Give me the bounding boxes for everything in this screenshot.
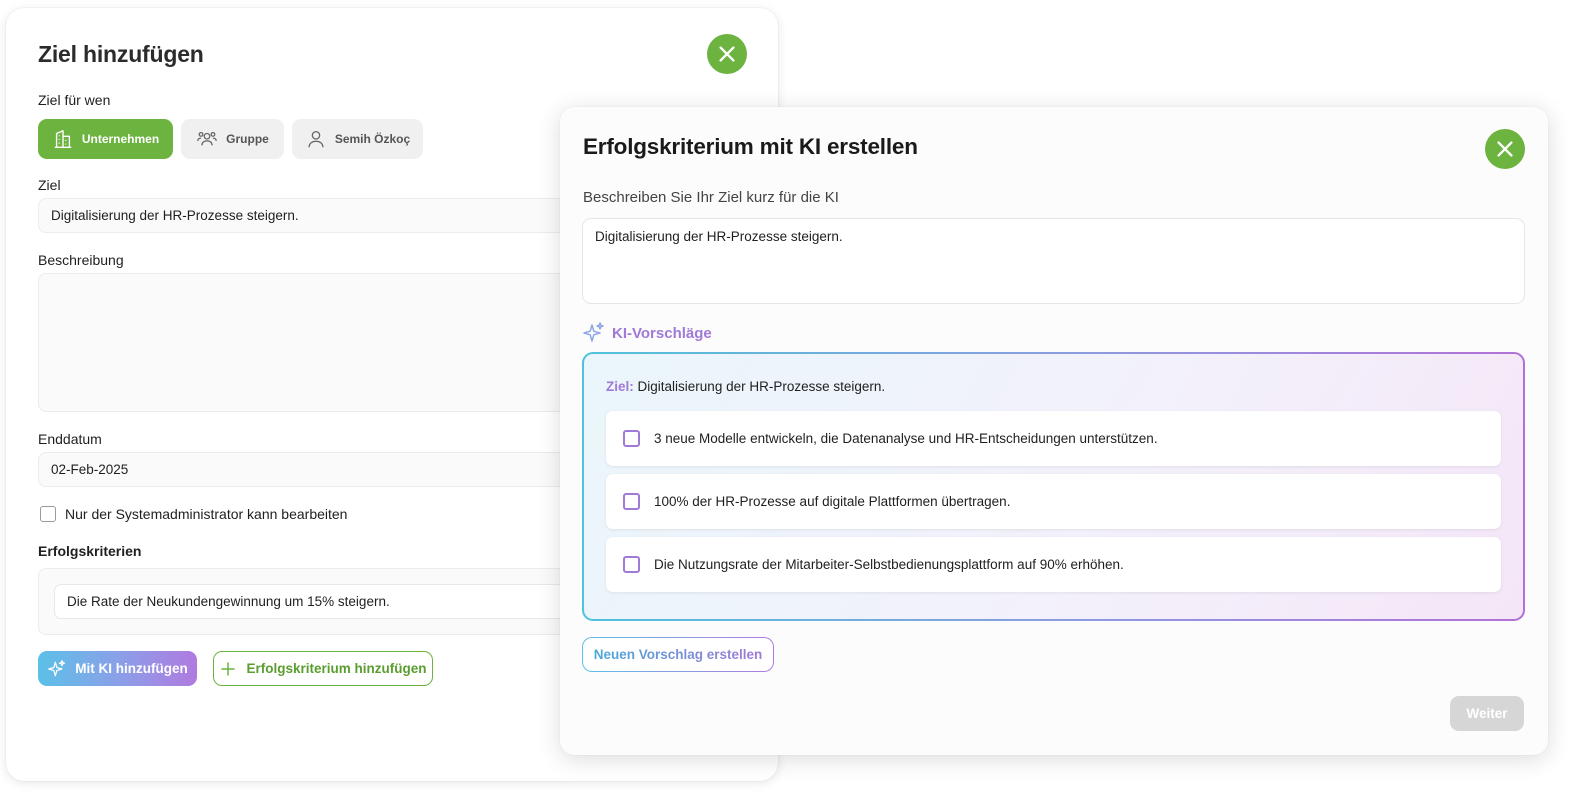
admin-only-checkbox[interactable] bbox=[40, 506, 56, 522]
admin-only-option[interactable]: Nur der Systemadministrator kann bearbei… bbox=[40, 506, 347, 522]
suggestion-item[interactable]: 100% der HR-Prozesse auf digitale Plattf… bbox=[606, 474, 1501, 529]
group-icon bbox=[197, 131, 217, 146]
suggestion-item[interactable]: Die Nutzungsrate der Mitarbeiter-Selbstb… bbox=[606, 537, 1501, 592]
target-user-label: Semih Özkoç bbox=[334, 132, 411, 146]
user-icon bbox=[308, 131, 324, 148]
target-label: Ziel für wen bbox=[38, 92, 111, 108]
end-date-label: Enddatum bbox=[38, 431, 102, 447]
sparkle-icon bbox=[48, 659, 66, 676]
target-group-label: Gruppe bbox=[226, 132, 269, 146]
ai-prompt-textarea[interactable]: Digitalisierung der HR-Prozesse steigern… bbox=[582, 218, 1525, 304]
admin-only-label: Nur der Systemadministrator kann bearbei… bbox=[65, 506, 348, 522]
suggestion-checkbox[interactable] bbox=[623, 556, 640, 573]
ai-goal-line: Ziel: Digitalisierung der HR-Prozesse st… bbox=[606, 379, 885, 394]
target-company-button[interactable]: Unternehmen bbox=[38, 119, 173, 159]
ai-suggestions-header: KI-Vorschläge bbox=[582, 321, 712, 345]
description-label: Beschreibung bbox=[38, 252, 124, 268]
new-suggestion-button[interactable]: Neuen Vorschlag erstellen bbox=[582, 637, 774, 672]
suggestion-text: 3 neue Modelle entwickeln, die Datenanal… bbox=[654, 431, 1158, 446]
add-criterion-label: Erfolgskriterium hinzufügen bbox=[246, 661, 427, 676]
ai-suggestions-panel: Ziel: Digitalisierung der HR-Prozesse st… bbox=[582, 352, 1525, 621]
ai-suggestions-title: KI-Vorschläge bbox=[612, 324, 712, 342]
ai-prompt-label: Beschreiben Sie Ihr Ziel kurz für die KI bbox=[583, 189, 839, 206]
close-icon bbox=[719, 46, 735, 62]
close-icon bbox=[1497, 141, 1513, 157]
target-company-label: Unternehmen bbox=[81, 132, 160, 146]
plus-icon bbox=[221, 661, 236, 676]
ai-goal-prefix: Ziel: bbox=[606, 379, 634, 394]
criteria-label: Erfolgskriterien bbox=[38, 543, 142, 559]
suggestion-text: 100% der HR-Prozesse auf digitale Plattf… bbox=[654, 494, 1011, 509]
add-goal-close-button[interactable] bbox=[707, 34, 747, 74]
suggestion-checkbox[interactable] bbox=[623, 430, 640, 447]
goal-label: Ziel bbox=[38, 177, 61, 193]
building-icon bbox=[54, 130, 72, 148]
target-user-button[interactable]: Semih Özkoç bbox=[292, 119, 423, 159]
target-group-button[interactable]: Gruppe bbox=[181, 119, 284, 159]
suggestion-item[interactable]: 3 neue Modelle entwickeln, die Datenanal… bbox=[606, 411, 1501, 466]
add-goal-title: Ziel hinzufügen bbox=[38, 41, 204, 67]
sparkle-icon bbox=[583, 322, 604, 342]
ai-criterion-dialog: Erfolgskriterium mit KI erstellen Beschr… bbox=[560, 107, 1548, 755]
ai-goal-text: Digitalisierung der HR-Prozesse steigern… bbox=[637, 379, 886, 394]
ai-dialog-title: Erfolgskriterium mit KI erstellen bbox=[583, 134, 918, 159]
suggestion-checkbox[interactable] bbox=[623, 493, 640, 510]
next-button[interactable]: Weiter bbox=[1450, 696, 1524, 731]
add-with-ai-label: Mit KI hinzufügen bbox=[75, 661, 188, 676]
ai-dialog-close-button[interactable] bbox=[1485, 129, 1525, 169]
add-with-ai-button[interactable]: Mit KI hinzufügen bbox=[38, 651, 197, 686]
add-criterion-button[interactable]: Erfolgskriterium hinzufügen bbox=[213, 651, 433, 686]
suggestion-text: Die Nutzungsrate der Mitarbeiter-Selbstb… bbox=[654, 557, 1124, 572]
new-suggestion-label: Neuen Vorschlag erstellen bbox=[593, 647, 763, 662]
